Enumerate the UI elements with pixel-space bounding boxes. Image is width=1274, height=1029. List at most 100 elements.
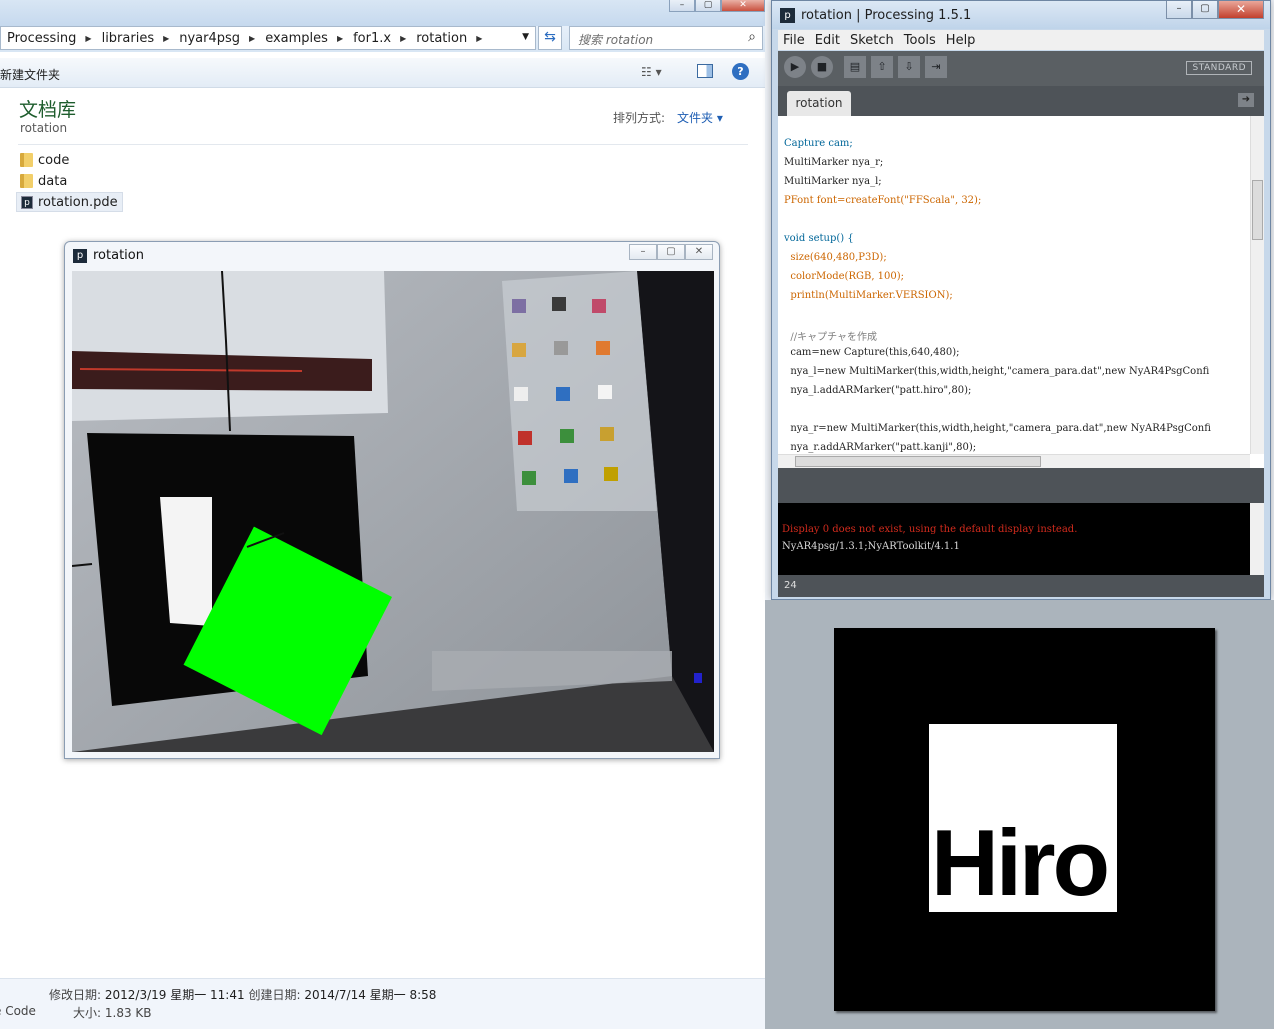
code-line: Capture cam; bbox=[784, 138, 853, 149]
processing-logo-icon: p bbox=[780, 8, 795, 23]
code-line: nya_l.addARMarker("patt.hiro",80); bbox=[784, 385, 972, 396]
code-line: nya_r=new MultiMarker(this,width,height,… bbox=[784, 423, 1211, 434]
breadcrumb-item[interactable]: for1.x ▶ bbox=[353, 31, 416, 46]
ide-title: rotation | Processing 1.5.1 bbox=[801, 8, 972, 23]
code-line: PFont font=createFont("FFScala", 32); bbox=[784, 195, 982, 206]
explorer-titlebar: – ▢ ✕ bbox=[0, 0, 765, 26]
preview-pane-icon[interactable] bbox=[697, 64, 713, 78]
close-icon[interactable]: ✕ bbox=[721, 0, 765, 12]
menu-tools[interactable]: Tools bbox=[899, 33, 941, 48]
processing-ide-window[interactable]: p rotation | Processing 1.5.1 – ▢ ✕ File… bbox=[771, 0, 1271, 600]
run-icon[interactable]: ▶ bbox=[784, 56, 806, 78]
divider bbox=[18, 144, 748, 145]
chevron-right-icon[interactable]: ▶ bbox=[337, 34, 343, 43]
view-options-icon[interactable]: ☷ ▾ bbox=[641, 65, 662, 79]
console-output-line: NyAR4psg/1.3.1;NyARToolkit/4.1.1 bbox=[782, 541, 960, 552]
refresh-icon[interactable]: ⇆ bbox=[538, 26, 562, 50]
menu-file[interactable]: File bbox=[778, 33, 810, 48]
chevron-right-icon[interactable]: ▶ bbox=[249, 34, 255, 43]
file-item[interactable]: p rotation.pde bbox=[16, 192, 123, 212]
file-name: data bbox=[38, 173, 68, 189]
minimize-icon[interactable]: – bbox=[1166, 1, 1192, 19]
stop-icon[interactable]: ■ bbox=[811, 56, 833, 78]
breadcrumb-item[interactable]: examples ▶ bbox=[265, 31, 353, 46]
ide-toolbar: ▶ ■ ▤ ⇧ ⇩ ⇥ STANDARD bbox=[778, 51, 1264, 86]
menu-bar: File Edit Sketch Tools Help bbox=[778, 30, 1264, 50]
code-line: nya_r.addARMarker("patt.kanji",80); bbox=[784, 442, 977, 453]
address-row: Processing ▶ libraries ▶ nyar4psg ▶ example… bbox=[0, 26, 765, 52]
camera-frame bbox=[72, 271, 714, 752]
processing-file-icon: p bbox=[21, 195, 33, 209]
sort-dropdown[interactable]: 文件夹 ▾ bbox=[677, 109, 723, 126]
library-title: 文档库 bbox=[19, 99, 77, 121]
chevron-right-icon[interactable]: ▶ bbox=[476, 34, 482, 43]
code-line: nya_l=new MultiMarker(this,width,height,… bbox=[784, 366, 1210, 377]
sort-label: 排列方式: bbox=[613, 111, 666, 125]
code-editor[interactable]: Capture cam; MultiMarker nya_r; MultiMar… bbox=[778, 116, 1264, 468]
code-line: size(640,480,P3D); bbox=[784, 252, 887, 263]
menu-edit[interactable]: Edit bbox=[810, 33, 845, 48]
minimize-icon[interactable]: – bbox=[629, 244, 657, 260]
menu-help[interactable]: Help bbox=[941, 33, 981, 48]
maximize-icon[interactable]: ▢ bbox=[695, 0, 721, 12]
code-line: MultiMarker nya_l; bbox=[784, 176, 882, 187]
search-input[interactable]: 搜索 rotation ⌕ bbox=[569, 26, 763, 50]
minimize-icon[interactable]: – bbox=[669, 0, 695, 12]
export-icon[interactable]: ⇥ bbox=[925, 56, 947, 78]
file-name: rotation.pde bbox=[38, 194, 118, 210]
code-line: MultiMarker nya_r; bbox=[784, 157, 884, 168]
new-folder-button[interactable]: 新建文件夹 bbox=[0, 66, 60, 83]
code-line: println(MultiMarker.VERSION); bbox=[784, 290, 953, 301]
chevron-right-icon[interactable]: ▶ bbox=[163, 34, 169, 43]
save-icon[interactable]: ⇩ bbox=[898, 56, 920, 78]
code-comment: //キャプチャを作成 bbox=[784, 332, 877, 343]
details-type-size: e Code 大小: 1.83 KB bbox=[0, 1004, 152, 1020]
hiro-marker-text: Hiro bbox=[931, 810, 1110, 912]
file-item[interactable]: code bbox=[16, 150, 73, 170]
library-subtitle: rotation bbox=[20, 121, 68, 135]
editor-vertical-scrollbar[interactable] bbox=[1250, 116, 1264, 454]
details-pane: 修改日期: 2012/3/19 星期一 11:41 创建日期: 2014/7/1… bbox=[0, 978, 765, 1029]
chevron-right-icon[interactable]: ▶ bbox=[85, 34, 91, 43]
console-scrollbar[interactable] bbox=[1250, 503, 1264, 575]
hiro-marker-image: Hiro bbox=[834, 628, 1215, 1011]
tab-menu-icon[interactable]: ➜ bbox=[1238, 93, 1254, 107]
ide-titlebar: p rotation | Processing 1.5.1 – ▢ ✕ bbox=[772, 1, 1270, 29]
console[interactable]: Display 0 does not exist, using the defa… bbox=[778, 503, 1264, 575]
explorer-toolbar: 新建文件夹 ☷ ▾ ? bbox=[0, 58, 765, 88]
camera-canvas bbox=[72, 271, 714, 752]
close-icon[interactable]: ✕ bbox=[685, 244, 713, 260]
new-icon[interactable]: ▤ bbox=[844, 56, 866, 78]
close-icon[interactable]: ✕ bbox=[1218, 1, 1264, 19]
address-bar[interactable]: Processing ▶ libraries ▶ nyar4psg ▶ example… bbox=[0, 26, 536, 50]
line-number-status: 24 bbox=[778, 575, 1264, 597]
explorer-window-controls: – ▢ ✕ bbox=[669, 0, 765, 12]
sketch-title: rotation bbox=[93, 248, 144, 263]
search-icon[interactable]: ⌕ bbox=[748, 29, 756, 45]
editor-horizontal-scrollbar[interactable] bbox=[778, 454, 1250, 468]
sketch-window-controls: – ▢ ✕ bbox=[629, 244, 713, 260]
chevron-right-icon[interactable]: ▶ bbox=[400, 34, 406, 43]
file-item[interactable]: data bbox=[16, 171, 71, 191]
maximize-icon[interactable]: ▢ bbox=[1192, 1, 1218, 19]
ide-main: ▶ ■ ▤ ⇧ ⇩ ⇥ STANDARD rotation ➜ Capture … bbox=[778, 51, 1264, 597]
code-line: cam=new Capture(this,640,480); bbox=[784, 347, 960, 358]
menu-sketch[interactable]: Sketch bbox=[845, 33, 899, 48]
code-line: colorMode(RGB, 100); bbox=[784, 271, 905, 282]
breadcrumb-item[interactable]: nyar4psg ▶ bbox=[179, 31, 265, 46]
help-icon[interactable]: ? bbox=[732, 63, 749, 80]
breadcrumb-item[interactable]: Processing ▶ bbox=[7, 31, 102, 46]
maximize-icon[interactable]: ▢ bbox=[657, 244, 685, 260]
chevron-down-icon[interactable]: ▼ bbox=[522, 32, 529, 42]
file-name: code bbox=[38, 152, 70, 168]
open-icon[interactable]: ⇧ bbox=[871, 56, 893, 78]
tab-bar: rotation ➜ bbox=[778, 86, 1264, 116]
tab-rotation[interactable]: rotation bbox=[787, 91, 851, 116]
hiro-marker-inner: Hiro bbox=[929, 724, 1117, 912]
breadcrumb-item[interactable]: rotation ▶ bbox=[416, 31, 492, 46]
sketch-window[interactable]: p rotation – ▢ ✕ bbox=[64, 241, 720, 759]
message-area bbox=[778, 468, 1264, 503]
mode-button[interactable]: STANDARD bbox=[1186, 61, 1252, 75]
breadcrumb-item[interactable]: libraries ▶ bbox=[102, 31, 180, 46]
details-dates: 修改日期: 2012/3/19 星期一 11:41 创建日期: 2014/7/1… bbox=[49, 988, 437, 1002]
